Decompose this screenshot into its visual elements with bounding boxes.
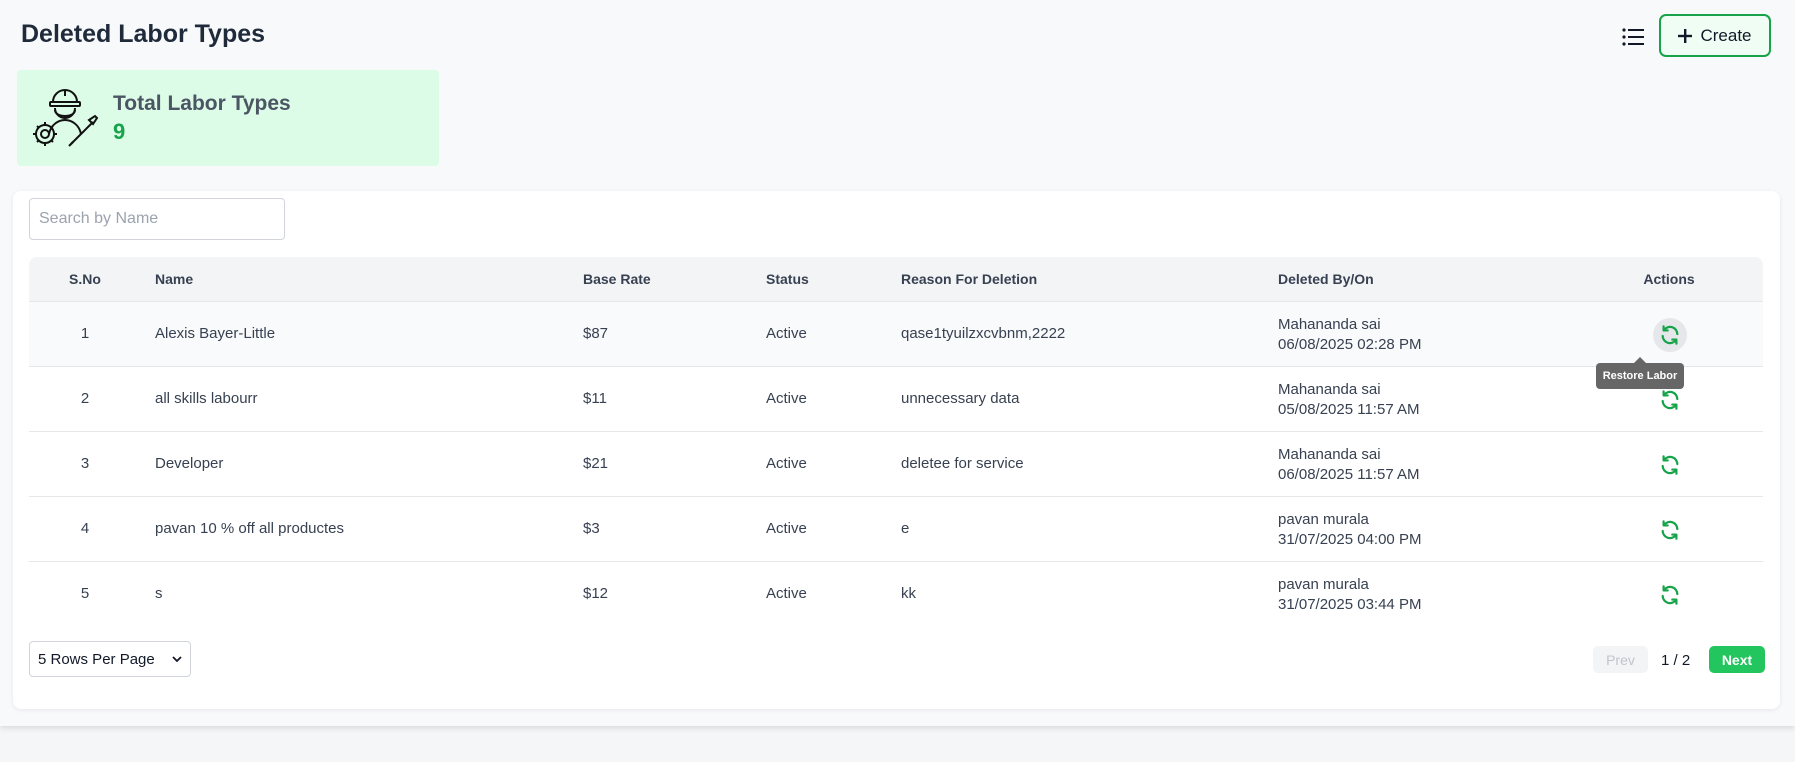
search-input[interactable] xyxy=(29,198,285,240)
cell-sno: 1 xyxy=(80,325,90,342)
cell-sno: 5 xyxy=(80,585,90,602)
total-labor-types-card: Total Labor Types 9 xyxy=(17,70,439,166)
cell-reason: deletee for service xyxy=(901,455,1024,472)
deleted-labor-table: S.No Name Base Rate Status Reason For De… xyxy=(29,257,1763,627)
cell-name: Alexis Bayer-Little xyxy=(155,325,276,342)
cell-reason: qase1tyuilzxcvbnm,2222 xyxy=(901,325,1066,342)
create-button-label: Create xyxy=(1700,25,1752,45)
deleted-on: 31/07/2025 03:44 PM xyxy=(1278,595,1422,613)
worker-gear-icon xyxy=(33,89,99,147)
cell-base-rate: $11 xyxy=(583,390,607,407)
restore-button[interactable] xyxy=(1653,513,1687,547)
cell-deleted-by-on: Mahananda sai 06/08/2025 02:28 PM xyxy=(1278,315,1421,354)
cell-reason: kk xyxy=(901,585,916,602)
cell-status: Active xyxy=(766,390,807,407)
rows-per-page-select[interactable]: 5 Rows Per Page xyxy=(29,641,191,677)
table-header: S.No Name Base Rate Status Reason For De… xyxy=(29,257,1763,302)
restore-icon xyxy=(1661,520,1679,540)
list-icon xyxy=(1622,28,1644,46)
deleted-on: 05/08/2025 11:57 AM xyxy=(1278,400,1420,418)
page: Deleted Labor Types Create Total Labor T… xyxy=(0,0,1795,726)
restore-button[interactable] xyxy=(1653,578,1687,612)
column-header-deleted-by-on: Deleted By/On xyxy=(1278,271,1374,287)
chevron-down-icon xyxy=(172,655,182,662)
cell-deleted-by-on: Mahananda sai 06/08/2025 11:57 AM xyxy=(1278,445,1420,484)
cell-base-rate: $21 xyxy=(583,455,609,472)
restore-icon xyxy=(1661,585,1679,605)
cell-name: Developer xyxy=(155,455,224,472)
plus-icon xyxy=(1678,28,1693,43)
restore-tooltip: Restore Labor xyxy=(1596,357,1684,389)
deleted-by: pavan murala xyxy=(1278,576,1369,593)
cell-name: pavan 10 % off all productes xyxy=(155,520,345,537)
column-header-actions: Actions xyxy=(1643,271,1695,287)
cell-name: s xyxy=(155,585,163,602)
restore-icon xyxy=(1661,455,1679,475)
table-row: 4 pavan 10 % off all productes $3 Active… xyxy=(29,497,1763,562)
cell-base-rate: $87 xyxy=(583,325,609,342)
cell-reason: e xyxy=(901,520,910,537)
column-header-status: Status xyxy=(766,271,809,287)
cell-deleted-by-on: pavan murala 31/07/2025 03:44 PM xyxy=(1278,575,1421,614)
cell-status: Active xyxy=(766,325,807,342)
create-button[interactable]: Create xyxy=(1659,14,1771,57)
deleted-by: Mahananda sai xyxy=(1278,381,1381,398)
deleted-by: pavan murala xyxy=(1278,511,1369,528)
prev-page-button[interactable]: Prev xyxy=(1593,646,1648,673)
cell-sno: 2 xyxy=(80,390,90,407)
stat-value: 9 xyxy=(113,119,126,144)
restore-button[interactable] xyxy=(1653,448,1687,482)
table-row: 3 Developer $21 Active deletee for servi… xyxy=(29,432,1763,497)
column-header-sno: S.No xyxy=(69,271,101,287)
cell-sno: 4 xyxy=(80,520,90,537)
deleted-by: Mahananda sai xyxy=(1278,446,1381,463)
table-row: 5 s $12 Active kk pavan murala 31/07/202… xyxy=(29,562,1763,627)
restore-icon xyxy=(1661,390,1679,410)
cell-deleted-by-on: pavan murala 31/07/2025 04:00 PM xyxy=(1278,510,1421,549)
next-page-button[interactable]: Next xyxy=(1709,646,1765,673)
column-header-base-rate: Base Rate xyxy=(583,271,651,287)
cell-reason: unnecessary data xyxy=(901,390,1020,407)
cell-base-rate: $3 xyxy=(583,520,600,537)
deleted-on: 06/08/2025 11:57 AM xyxy=(1278,465,1420,483)
restore-button[interactable] xyxy=(1653,318,1687,352)
list-view-button[interactable] xyxy=(1616,20,1650,54)
cell-name: all skills labourr xyxy=(155,390,258,407)
table-row: 1 Alexis Bayer-Little $87 Active qase1ty… xyxy=(29,302,1763,367)
cell-base-rate: $12 xyxy=(583,585,609,602)
table-row: 2 all skills labourr $11 Active unnecess… xyxy=(29,367,1763,432)
deleted-by: Mahananda sai xyxy=(1278,316,1381,333)
cell-status: Active xyxy=(766,520,807,537)
page-indicator: 1 / 2 xyxy=(1661,652,1691,669)
cell-sno: 3 xyxy=(80,455,90,472)
deleted-on: 06/08/2025 02:28 PM xyxy=(1278,335,1422,353)
deleted-on: 31/07/2025 04:00 PM xyxy=(1278,530,1422,548)
cell-deleted-by-on: Mahananda sai 05/08/2025 11:57 AM xyxy=(1278,380,1420,419)
cell-status: Active xyxy=(766,455,807,472)
stat-label: Total Labor Types xyxy=(113,92,291,115)
cell-status: Active xyxy=(766,585,807,602)
rows-per-page-value: 5 Rows Per Page xyxy=(38,650,155,668)
column-header-name: Name xyxy=(155,271,194,287)
restore-icon xyxy=(1661,325,1679,345)
column-header-reason: Reason For Deletion xyxy=(901,271,1038,287)
table-card: S.No Name Base Rate Status Reason For De… xyxy=(13,191,1780,709)
page-title: Deleted Labor Types xyxy=(21,20,266,48)
